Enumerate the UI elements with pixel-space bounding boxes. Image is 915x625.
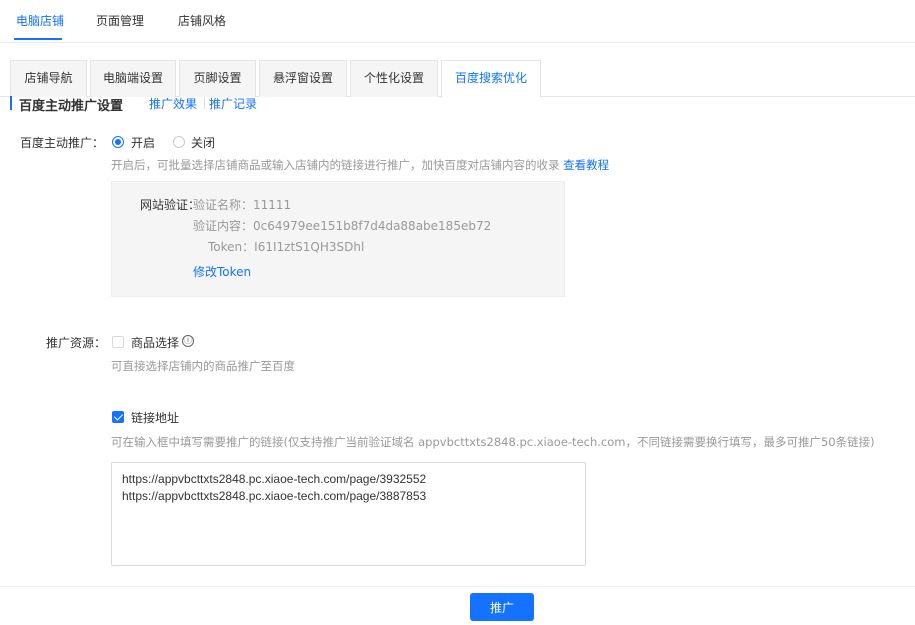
link-hint: 可在输入框中填写需要推广的链接(仅支持推广当前验证域名 appvbcttxts2…: [111, 435, 875, 449]
section-title: 百度主动推广设置: [19, 99, 124, 114]
nav-pc-store[interactable]: 电脑店铺: [16, 12, 64, 29]
verification-token-label: Token：: [208, 240, 255, 254]
push-hint-text: 开启后，可批量选择店铺商品或输入店铺内的链接进行推广，加快百度对店铺内容的收录: [111, 158, 560, 172]
verification-token-row: Token：I61I1ztS1QH3SDhl: [208, 238, 364, 255]
footer-bar: 推广: [0, 586, 915, 625]
view-tutorial-link[interactable]: 查看教程: [563, 158, 609, 172]
settings-tabs: 店铺导航 电脑端设置 页脚设置 悬浮窗设置 个性化设置 百度搜索优化: [0, 60, 915, 98]
push-records-link[interactable]: 推广记录: [209, 95, 257, 112]
edit-token-link[interactable]: 修改Token: [193, 263, 251, 280]
verification-name-label: 验证名称：: [193, 198, 254, 212]
tab-pc-settings[interactable]: 电脑端设置: [90, 60, 176, 97]
info-icon[interactable]: ⓘ: [182, 335, 194, 347]
promote-button[interactable]: 推广: [470, 593, 534, 621]
verification-content-value: 0c64979ee151b8f7d4da88abe185eb72: [253, 219, 492, 233]
resource-label: 推广资源：: [46, 336, 107, 350]
push-label: 百度主动推广：: [20, 136, 105, 150]
nav-page-management[interactable]: 页面管理: [96, 12, 144, 29]
verification-label: 网站验证：: [140, 198, 201, 212]
push-off-label[interactable]: 关闭: [191, 134, 215, 151]
verification-content-row: 验证内容：0c64979ee151b8f7d4da88abe185eb72: [193, 217, 491, 234]
product-select-checkbox[interactable]: [112, 336, 124, 348]
nav-store-style[interactable]: 店铺风格: [178, 12, 226, 29]
push-on-radio[interactable]: [112, 136, 124, 148]
verification-name-value: 11111: [253, 198, 292, 212]
links-textarea[interactable]: https://appvbcttxts2848.pc.xiaoe-tech.co…: [111, 462, 586, 566]
push-hint: 开启后，可批量选择店铺商品或输入店铺内的链接进行推广，加快百度对店铺内容的收录 …: [111, 157, 609, 173]
tab-store-navigation[interactable]: 店铺导航: [10, 60, 87, 97]
link-address-label[interactable]: 链接地址: [131, 409, 179, 426]
push-effect-link[interactable]: 推广效果: [149, 95, 197, 112]
verification-content-label: 验证内容：: [193, 219, 254, 233]
link-divider: [204, 97, 205, 109]
nav-active-indicator: [14, 38, 62, 40]
verification-token-value: I61I1ztS1QH3SDhl: [254, 240, 365, 254]
tab-footer-settings[interactable]: 页脚设置: [179, 60, 256, 97]
product-select-label[interactable]: 商品选择: [131, 334, 179, 351]
product-hint: 可直接选择店铺内的商品推广至百度: [111, 359, 295, 373]
push-off-radio[interactable]: [173, 136, 185, 148]
verification-name-row: 验证名称：11111: [193, 196, 291, 213]
tab-baidu-seo[interactable]: 百度搜索优化: [441, 60, 541, 98]
site-verification-panel: 网站验证： 验证名称：11111 验证内容：0c64979ee151b8f7d4…: [111, 181, 565, 297]
push-on-label[interactable]: 开启: [131, 134, 155, 151]
top-nav: 电脑店铺 页面管理 店铺风格: [0, 0, 915, 43]
section-accent-bar: [10, 96, 12, 110]
tab-personalization[interactable]: 个性化设置: [350, 60, 438, 97]
tab-floating-window[interactable]: 悬浮窗设置: [259, 60, 347, 97]
link-address-checkbox[interactable]: [112, 411, 124, 423]
